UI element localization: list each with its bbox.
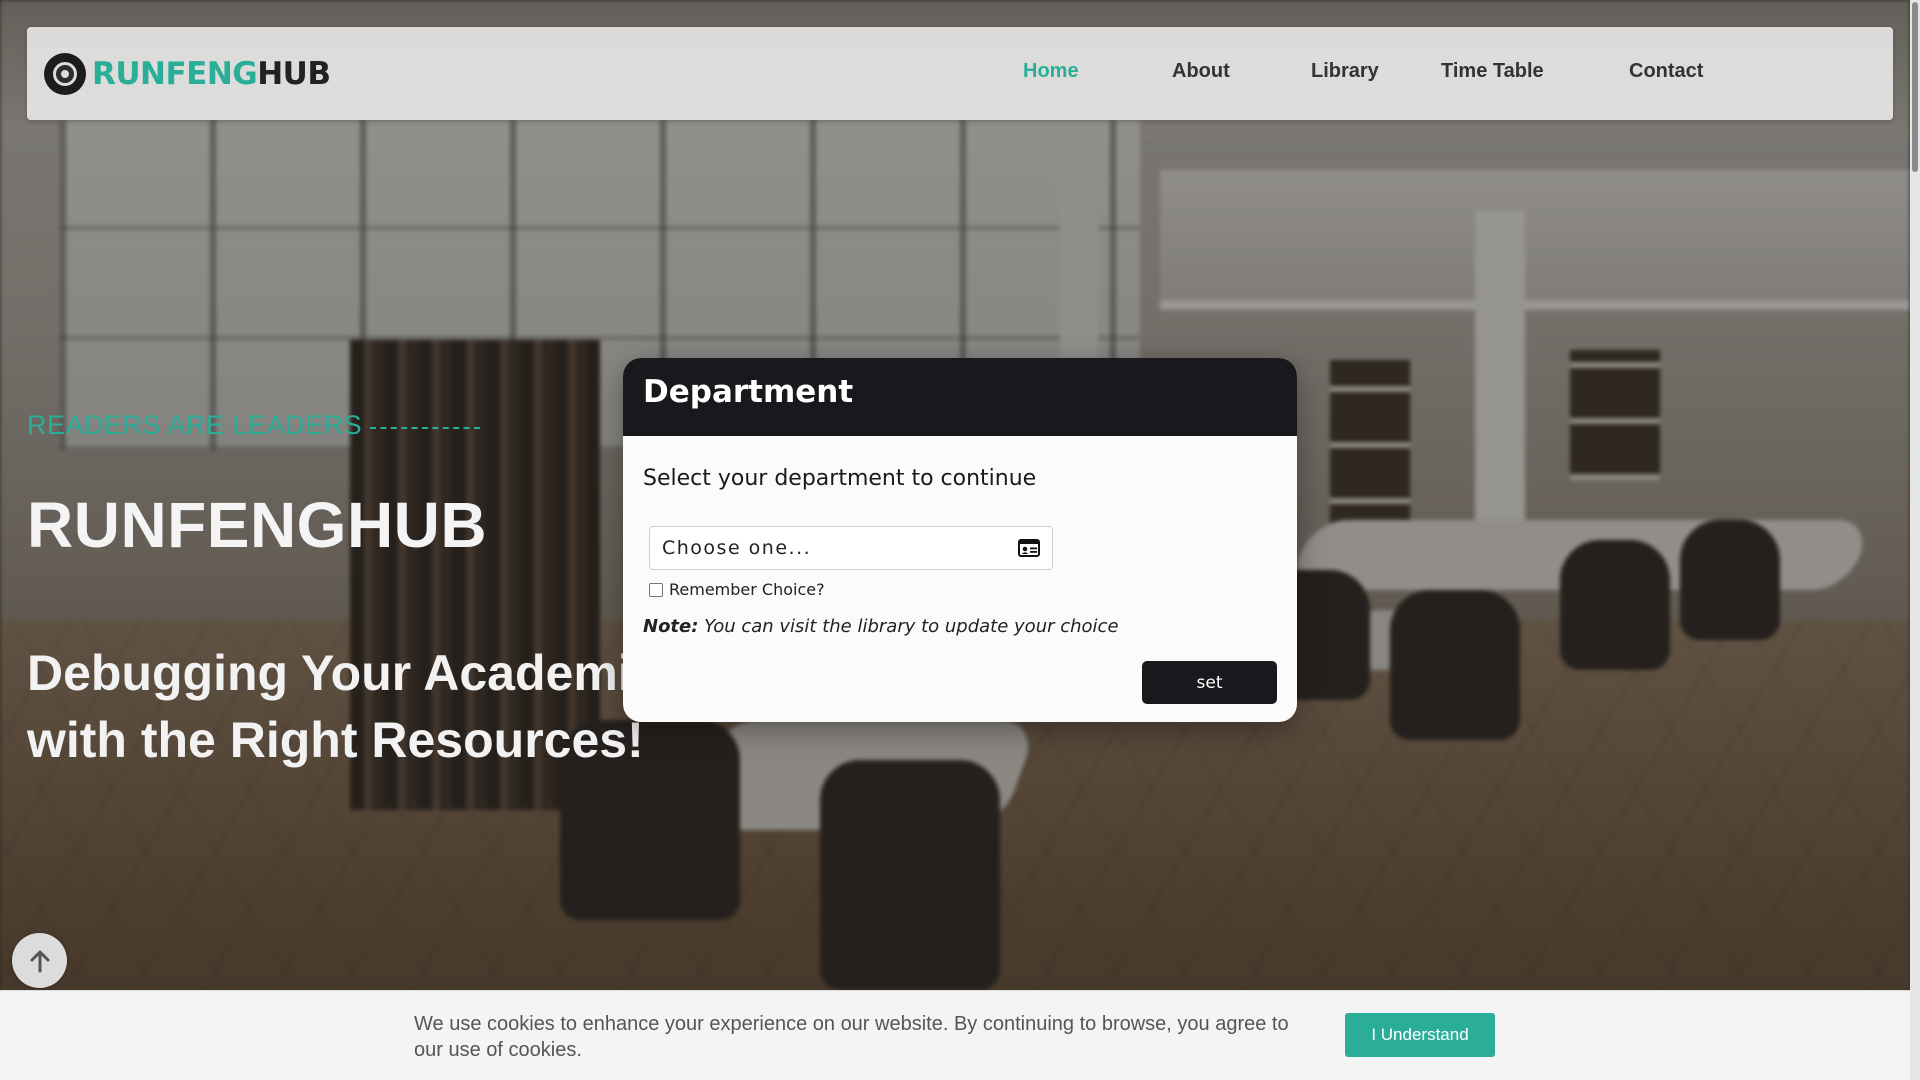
brand-name: RUNFENGHUB xyxy=(92,55,331,92)
hero-tagline: READERS ARE LEADERS xyxy=(27,410,481,441)
note-label: Note: xyxy=(643,616,699,637)
nav-links: Home About Library Time Table Contact xyxy=(1023,27,1893,120)
remember-choice-label: Remember Choice? xyxy=(669,580,825,599)
hero-tagline-text: READERS ARE LEADERS xyxy=(27,410,363,440)
hero-subtitle: Debugging Your Academi with the Right Re… xyxy=(27,645,644,768)
brand-name-part2: HUB xyxy=(257,55,331,92)
nav-link-time-table[interactable]: Time Table xyxy=(1441,60,1544,83)
tagline-dash-divider xyxy=(370,426,481,429)
modal-note: Note: You can visit the library to updat… xyxy=(643,616,1119,637)
nav-link-contact[interactable]: Contact xyxy=(1629,60,1703,83)
cookie-text: We use cookies to enhance your experienc… xyxy=(414,1013,1289,1061)
arrow-up-icon xyxy=(30,950,49,972)
brand-logo-link[interactable]: RUNFENGHUB xyxy=(44,27,331,120)
note-text: You can visit the library to update your… xyxy=(698,616,1119,637)
department-select[interactable]: Choose one... xyxy=(649,526,1053,570)
modal-title: Department xyxy=(643,374,854,410)
cookie-banner: We use cookies to enhance your experienc… xyxy=(0,990,1910,1080)
set-department-button[interactable]: set xyxy=(1142,661,1277,704)
hero-title: RUNFENGHUB xyxy=(27,489,488,561)
scrollbar-thumb[interactable] xyxy=(1912,2,1918,172)
nav-link-library[interactable]: Library xyxy=(1311,60,1379,83)
nav-link-home[interactable]: Home xyxy=(1023,60,1079,83)
camera-logo-icon xyxy=(44,52,86,95)
modal-prompt: Select your department to continue xyxy=(643,466,1037,491)
department-modal: Department Select your department to con… xyxy=(623,358,1297,722)
cookie-accept-button[interactable]: I Understand xyxy=(1345,1013,1495,1057)
brand-name-part1: RUNFENG xyxy=(92,55,258,92)
id-card-icon xyxy=(1018,539,1040,557)
top-navbar: RUNFENGHUB Home About Library Time Table… xyxy=(27,27,1893,120)
nav-link-about[interactable]: About xyxy=(1172,60,1230,83)
department-select-value: Choose one... xyxy=(662,537,812,559)
scroll-to-top-button[interactable] xyxy=(12,933,67,988)
modal-header: Department xyxy=(623,358,1297,436)
page-scrollbar[interactable] xyxy=(1910,0,1920,1080)
remember-choice[interactable]: Remember Choice? xyxy=(649,580,825,599)
remember-choice-checkbox[interactable] xyxy=(649,582,663,597)
